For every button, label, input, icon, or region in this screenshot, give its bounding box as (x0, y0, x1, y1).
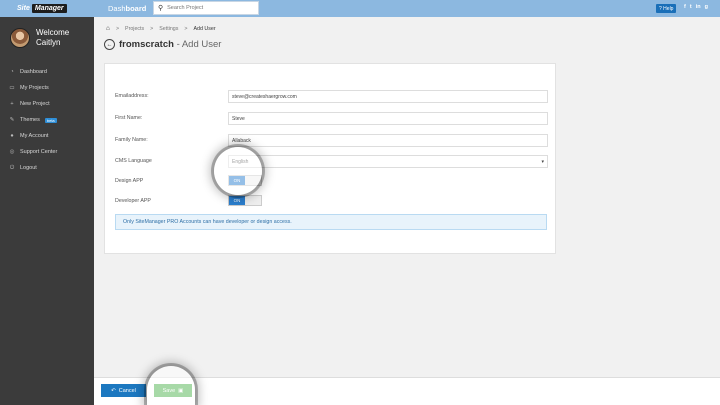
search-icon[interactable]: ⚲ (158, 4, 163, 12)
developer-app-row: Developer APP ON (115, 195, 547, 208)
sidebar: Welcome Caitlyn ◔ Dashboard ▭ My Project… (0, 17, 94, 405)
google-plus-icon[interactable]: g (705, 4, 708, 10)
add-user-form: Emailaddress: steve@createshaergrow.com … (104, 63, 556, 254)
user-profile: Welcome Caitlyn (10, 28, 69, 48)
facebook-icon[interactable]: f (684, 4, 686, 10)
developer-app-label: Developer APP (115, 198, 151, 204)
pro-account-notice: Only SiteManager PRO Accounts can have d… (115, 214, 547, 230)
email-row: Emailaddress: steve@createshaergrow.com (115, 90, 548, 103)
beta-badge: beta (44, 117, 57, 123)
sidebar-item-label: My Account (20, 133, 49, 139)
sidebar-item-dashboard[interactable]: ◔ Dashboard (0, 64, 94, 80)
dashboard-link[interactable]: Dashboard (108, 4, 146, 13)
sidebar-item-logout[interactable]: ⏻ Logout (0, 160, 94, 176)
cms-language-select[interactable]: English ▾ (228, 155, 548, 168)
family-name-field[interactable]: Allaback (228, 134, 548, 147)
breadcrumb: ⌂ > Projects > Settings > Add User (106, 25, 216, 32)
back-button[interactable]: ← (104, 39, 115, 50)
save-label: Save (162, 387, 176, 394)
first-name-label: First Name: (115, 115, 143, 121)
design-app-label: Design APP (115, 178, 144, 184)
plus-icon: + (10, 101, 14, 107)
sidebar-item-label: Support Center (20, 149, 58, 155)
breadcrumb-separator: > (184, 25, 188, 32)
breadcrumb-separator: > (150, 25, 154, 32)
caret-down-icon: ▾ (541, 158, 544, 165)
twitter-icon[interactable]: t (690, 4, 692, 10)
linkedin-icon[interactable]: in (696, 4, 701, 10)
page-subtitle: - Add User (176, 39, 222, 50)
sidebar-item-label: New Project (20, 101, 50, 107)
monitor-icon: ▭ (9, 85, 15, 91)
top-bar: Site Manager Dashboard ⚲ ? Help f t in g (0, 0, 720, 17)
cms-language-label: CMS Language (115, 158, 152, 164)
search-input[interactable] (167, 5, 258, 11)
cancel-label: Cancel (118, 387, 136, 394)
breadcrumb-current: Add User (193, 25, 216, 32)
undo-icon: ↶ (111, 387, 116, 394)
developer-app-toggle[interactable]: ON (228, 195, 262, 206)
arrow-left-icon: ← (106, 41, 113, 48)
toggle-state: ON (229, 196, 245, 205)
user-icon: ● (10, 133, 14, 139)
sidebar-item-new-project[interactable]: + New Project (0, 96, 94, 112)
sidebar-item-label: Dashboard (20, 69, 47, 75)
logo-manager-text: Manager (31, 4, 67, 13)
first-name-field[interactable]: Steve (228, 112, 548, 125)
floppy-disk-icon: ▣ (178, 387, 184, 394)
design-app-toggle[interactable]: ON (228, 175, 262, 186)
family-name-label: Family Name: (115, 137, 148, 143)
form-footer: ↶ Cancel Save ▣ (94, 377, 720, 405)
dashboard-link-prefix: Dash (108, 4, 126, 13)
site-manager-logo[interactable]: Site Manager (17, 4, 67, 13)
welcome-label: Welcome (36, 28, 70, 37)
sidebar-item-themes[interactable]: ✎ Themes beta (0, 112, 94, 128)
project-name: fromscratch (119, 39, 174, 50)
social-links: f t in g (684, 4, 708, 10)
cancel-button[interactable]: ↶ Cancel (101, 384, 146, 397)
cms-language-value: English (232, 158, 249, 165)
power-icon: ⏻ (9, 164, 15, 171)
logo-site-text: Site (17, 5, 30, 12)
main-content: ⌂ > Projects > Settings > Add User ← fro… (94, 17, 720, 377)
sidebar-item-label: My Projects (20, 85, 49, 91)
lifebuoy-icon: ◎ (9, 149, 15, 155)
first-name-row: First Name: Steve (115, 112, 548, 125)
design-app-row: Design APP ON (115, 175, 547, 188)
search-box: ⚲ (153, 1, 259, 15)
breadcrumb-separator: > (115, 25, 120, 32)
page-title: fromscratch - Add User (119, 39, 221, 50)
sidebar-item-label: Themes (20, 117, 40, 123)
help-button[interactable]: ? Help (656, 4, 677, 13)
toggle-state: ON (229, 176, 245, 185)
cms-language-row: CMS Language English ▾ (115, 155, 548, 168)
save-button[interactable]: Save ▣ (154, 384, 192, 397)
user-name: Caitlyn (36, 38, 61, 47)
sidebar-item-support-center[interactable]: ◎ Support Center (0, 144, 94, 160)
breadcrumb-projects[interactable]: Projects (125, 26, 144, 32)
breadcrumb-settings[interactable]: Settings (159, 26, 178, 32)
sidebar-item-label: Logout (20, 165, 37, 171)
email-label: Emailaddress: (115, 93, 149, 99)
home-icon[interactable]: ⌂ (106, 25, 110, 32)
welcome-text: Welcome Caitlyn (36, 28, 69, 48)
sidebar-nav: ◔ Dashboard ▭ My Projects + New Project … (0, 64, 94, 176)
sidebar-item-my-projects[interactable]: ▭ My Projects (0, 80, 94, 96)
family-name-row: Family Name: Allaback (115, 134, 548, 147)
help-label: Help (663, 5, 674, 12)
email-field[interactable]: steve@createshaergrow.com (228, 90, 548, 103)
sidebar-item-my-account[interactable]: ● My Account (0, 128, 94, 144)
avatar[interactable] (10, 28, 30, 48)
dashboard-icon: ◔ (10, 69, 14, 75)
dashboard-link-suffix: board (125, 4, 147, 13)
brush-icon: ✎ (9, 117, 15, 123)
